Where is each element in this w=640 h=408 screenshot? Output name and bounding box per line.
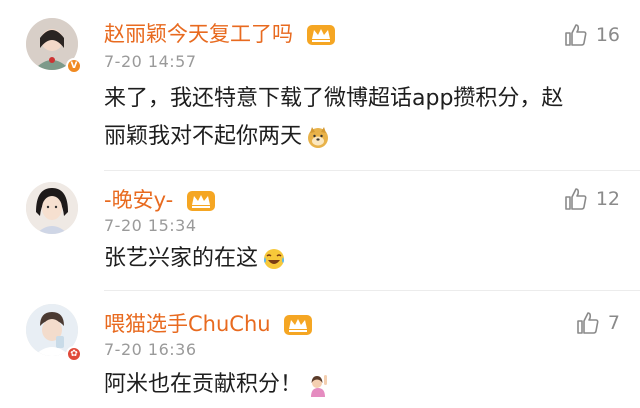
username[interactable]: 赵丽颖今天复工了吗	[104, 18, 336, 48]
thumbs-up-icon	[565, 188, 587, 210]
timestamp: 7-20 14:57	[104, 52, 197, 71]
like-count: 12	[595, 188, 620, 210]
username-text[interactable]: 喂猫选手ChuChu	[104, 312, 271, 336]
username-text[interactable]: 赵丽颖今天复工了吗	[104, 22, 293, 46]
comment-text-span: 阿米也在贡献积分！	[104, 372, 303, 397]
crown-icon	[186, 189, 216, 213]
timestamp: 7-20 15:34	[104, 216, 197, 235]
comment-text-line-2: 丽颖我对不起你两天	[104, 118, 614, 156]
comment-text-span: 张艺兴家的在这	[104, 246, 259, 271]
comment-text: 张艺兴家的在这	[104, 240, 614, 278]
username[interactable]: 喂猫选手ChuChu	[104, 308, 313, 338]
like-count: 16	[595, 24, 620, 46]
comment-text-line: 来了，我还特意下载了微博超话app攒积分，赵	[104, 86, 564, 111]
comment-item: -晚安y- 7-20 15:34 张艺兴家的在这 12	[0, 170, 640, 288]
comment-text-span: 丽颖我对不起你两天	[104, 124, 303, 149]
like-button[interactable]: 12	[564, 186, 620, 212]
like-count: 7	[607, 312, 620, 334]
like-button[interactable]: 7	[576, 310, 620, 336]
username-text[interactable]: -晚安y-	[104, 188, 173, 212]
raise-hand-emoji-icon	[306, 373, 330, 397]
username[interactable]: -晚安y-	[104, 184, 216, 214]
comment-item: V 赵丽颖今天复工了吗 7-20 14:57 来了，我还特意下载了微博超话app…	[0, 0, 640, 180]
comment-text: 来了，我还特意下载了微博超话app攒积分，赵 丽颖我对不起你两天	[104, 80, 614, 156]
crown-icon	[306, 23, 336, 47]
thumbs-up-icon	[577, 312, 599, 334]
comment-text: 阿米也在贡献积分！	[104, 366, 614, 404]
comment-item: ✿ 喂猫选手ChuChu 7-20 16:36 阿米也在贡献积分！ 7	[0, 290, 640, 408]
avatar-image	[26, 182, 78, 234]
like-button[interactable]: 16	[564, 22, 620, 48]
vip-badge-icon: ✿	[66, 346, 82, 362]
avatar[interactable]	[26, 182, 78, 234]
thumbs-up-icon	[565, 24, 587, 46]
doge-emoji-icon	[306, 125, 330, 149]
timestamp: 7-20 16:36	[104, 340, 197, 359]
laugh-cry-emoji-icon	[262, 247, 286, 271]
crown-icon	[283, 313, 313, 337]
vip-badge-icon: V	[66, 58, 82, 74]
